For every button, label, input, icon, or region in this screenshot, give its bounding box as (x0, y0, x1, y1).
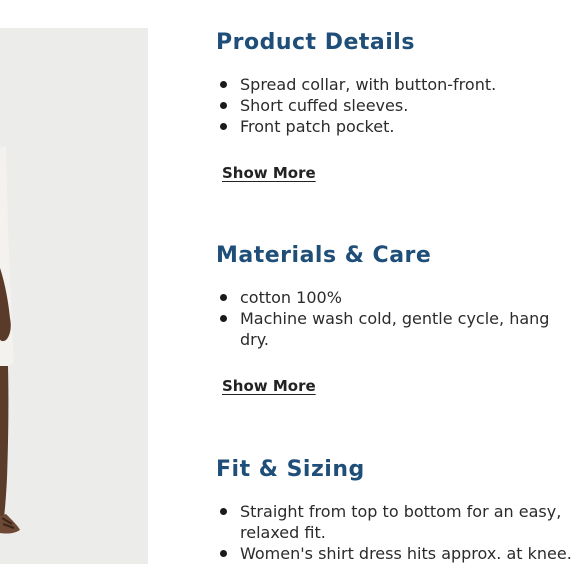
product-page: Product Details Spread collar, with butt… (0, 0, 580, 580)
product-details-section: Product Details Spread collar, with butt… (216, 28, 580, 182)
bullet-icon (220, 550, 227, 557)
list-item-text: Front patch pocket. (240, 117, 395, 136)
product-details-heading: Product Details (216, 30, 415, 55)
list-item-text: Women's shirt dress hits approx. at knee… (240, 544, 572, 563)
bullet-icon (220, 315, 227, 322)
bullet-icon (220, 81, 227, 88)
product-details-show-more-link[interactable]: Show More (222, 164, 316, 182)
list-item: Straight from top to bottom for an easy,… (216, 501, 580, 543)
list-item: Machine wash cold, gentle cycle, hang dr… (216, 308, 580, 350)
materials-care-list: cotton 100% Machine wash cold, gentle cy… (216, 287, 580, 350)
list-item: cotton 100% (216, 287, 580, 308)
product-photo[interactable] (0, 28, 148, 564)
bullet-icon (220, 508, 227, 515)
list-item: Women's shirt dress hits approx. at knee… (216, 543, 580, 564)
list-item-text: Straight from top to bottom for an easy,… (240, 502, 562, 542)
bullet-icon (220, 123, 227, 130)
bullet-icon (220, 294, 227, 301)
list-item: Front patch pocket. (216, 116, 580, 137)
list-item-text: Machine wash cold, gentle cycle, hang dr… (240, 309, 550, 349)
fit-sizing-section: Fit & Sizing Straight from top to bottom… (216, 455, 580, 564)
materials-care-show-more-link[interactable]: Show More (222, 377, 316, 395)
product-details-list: Spread collar, with button-front. Short … (216, 74, 580, 137)
materials-care-section: Materials & Care cotton 100% Machine was… (216, 241, 580, 395)
product-info-column: Product Details Spread collar, with butt… (216, 0, 580, 580)
fit-sizing-list: Straight from top to bottom for an easy,… (216, 501, 580, 564)
fit-sizing-heading: Fit & Sizing (216, 457, 365, 482)
list-item: Spread collar, with button-front. (216, 74, 580, 95)
list-item-text: Spread collar, with button-front. (240, 75, 497, 94)
list-item: Short cuffed sleeves. (216, 95, 580, 116)
list-item-text: cotton 100% (240, 288, 342, 307)
bullet-icon (220, 102, 227, 109)
model-illustration (0, 28, 148, 564)
materials-care-heading: Materials & Care (216, 243, 432, 268)
list-item-text: Short cuffed sleeves. (240, 96, 409, 115)
